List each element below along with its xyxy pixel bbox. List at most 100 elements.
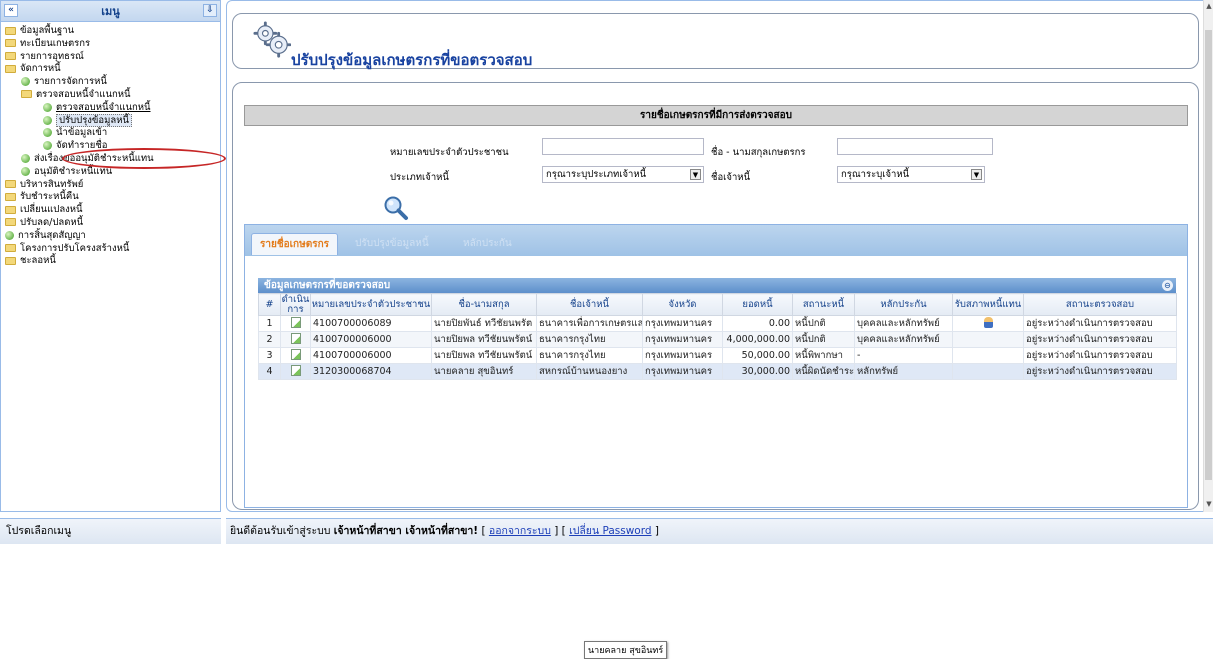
column-header[interactable]: สถานะหนี้ [792,293,855,316]
leaf-icon [43,102,52,112]
column-header[interactable]: สถานะตรวจสอบ [1023,293,1177,316]
table-cell: อยู่ระหว่างดำเนินการตรวจสอบ [1023,315,1177,332]
sidebar-item[interactable]: รายการจัดการหนี้ [1,76,220,89]
column-header[interactable]: # [258,293,281,316]
sidebar-item-label: รับชำระหนี้คืน [20,191,79,203]
folder-icon [21,90,32,99]
sidebar-item-label: ชะลอหนี้ [20,255,56,267]
search-icon[interactable] [383,195,409,221]
sidebar-header: « เมนู ⇩ [1,1,220,22]
creditor-select[interactable]: กรุณาระบุเจ้าหนี้ ▼ [837,166,985,183]
table-cell: บุคคลและหลักทรัพย์ [854,331,953,348]
sidebar-item-label: บริหารสินทรัพย์ [20,178,84,190]
page-title: ปรับปรุงข้อมูลเกษตรกรที่ขอตรวจสอบ [291,51,533,69]
table-cell: กรุงเทพมหานคร [642,315,723,332]
table-cell: 4,000,000.00 [722,331,793,348]
sidebar-item[interactable]: นำข้อมูลเข้า [1,127,220,140]
table-cell [280,363,311,380]
table-row[interactable]: 1 4100700006089 นายปิยพันธ์ ทวีชัยนพรัต ธนา… [258,315,1177,332]
table-cell [280,315,311,332]
sidebar-item[interactable]: ปรับปรุงข้อมูลหนี้ [1,113,220,128]
leaf-icon [43,141,52,151]
table-cell: นายปิยพล ทวีชัยนพรัตน์ [431,347,537,364]
sidebar-item[interactable]: ชะลอหนี้ [1,255,220,268]
collapse-sidebar-icon[interactable]: « [4,4,18,17]
tab-strip: รายชื่อเกษตรกร ปรับปรุงข้อมูลหนี้ หลักปร… [245,225,1187,256]
page-header: ปรับปรุงข้อมูลเกษตรกรที่ขอตรวจสอบ [232,13,1199,69]
table-cell: ธนาคารเพื่อการเกษตรและสหกรณ์ [536,315,643,332]
edit-icon[interactable] [290,348,301,360]
column-header[interactable]: ยอดหนี้ [722,293,793,316]
table-cell: อยู่ระหว่างดำเนินการตรวจสอบ [1023,363,1177,380]
name-input[interactable] [837,138,993,155]
table-cell [280,347,311,364]
column-header[interactable]: จังหวัด [642,293,723,316]
edit-icon[interactable] [290,332,301,344]
table-cell: นายคลาย สุขอินทร์ [431,363,537,380]
sidebar-item[interactable]: โครงการปรับโครงสร้างหนี้ [1,243,220,256]
column-header[interactable]: ชื่อเจ้าหนี้ [536,293,643,316]
logout-link[interactable]: ออกจากระบบ [489,525,551,537]
sidebar-item[interactable]: รับชำระหนี้คืน [1,191,220,204]
column-header[interactable]: หมายเลขประจำตัวประชาชน [310,293,432,316]
column-header[interactable]: รับสภาพหนี้แทน [952,293,1024,316]
id-input[interactable] [542,138,704,155]
table-cell: อยู่ระหว่างดำเนินการตรวจสอบ [1023,347,1177,364]
sidebar-item[interactable]: ทะเบียนเกษตรกร [1,38,220,51]
table-row[interactable]: 2 4100700006000 นายปิยพล ทวีชัยนพรัตน์ ธนาค… [258,331,1177,348]
sidebar-item[interactable]: จัดการหนี้ [1,63,220,76]
bracket-open: [ [481,525,486,537]
scroll-thumb[interactable] [1205,30,1212,480]
page-scrollbar[interactable]: ▲ ▼ [1203,0,1213,512]
edit-icon[interactable] [290,364,301,376]
sidebar-item[interactable]: บริหารสินทรัพย์ [1,179,220,192]
farmer-grid: ข้อมูลเกษตรกรที่ขอตรวจสอบ ⊖ # ดำเนินการ หม… [258,278,1177,380]
change-password-link[interactable]: เปลี่ยน Password [569,525,651,537]
table-cell: กรุงเทพมหานคร [642,331,723,348]
table-row[interactable]: 4 3120300068704 นายคลาย สุขอินทร์ สหกรณ์บ้า… [258,363,1177,380]
edit-icon[interactable] [290,316,301,328]
column-header[interactable]: หลักประกัน [854,293,953,316]
tab-panel: รายชื่อเกษตรกร ปรับปรุงข้อมูลหนี้ หลักปร… [244,224,1188,659]
folder-icon [5,218,16,227]
user-name: เจ้าหน้าที่สาขา เจ้าหน้าที่สาขา! [333,525,479,537]
table-cell: หนี้พิพากษา [792,347,855,364]
content-panel: รายชื่อเกษตรกรที่มีการส่งตรวจสอบ หมายเลข… [232,82,1199,659]
tab-collateral[interactable]: หลักประกัน [455,233,520,255]
tab-update-debt[interactable]: ปรับปรุงข้อมูลหนี้ [347,233,437,255]
sidebar-item[interactable]: ตรวจสอบหนี้จำแนกหนี้ [1,102,220,115]
table-cell: 2 [258,331,281,348]
sidebar-item-label: จัดการหนี้ [20,63,61,75]
pin-icon[interactable]: ⇩ [203,4,217,17]
sidebar-item[interactable]: การสิ้นสุดสัญญา [1,230,220,243]
sidebar-item[interactable]: ปรับลด/ปลดหนี้ [1,217,220,230]
welcome-text: ยินดีต้อนรับเข้าสู่ระบบ [230,525,331,537]
column-header[interactable]: ดำเนินการ [280,293,311,316]
table-cell: นายปิยพันธ์ ทวีชัยนพรัต [431,315,537,332]
sidebar-item-label: โครงการปรับโครงสร้างหนี้ [20,242,130,254]
collapse-icon[interactable]: ⊖ [1162,280,1173,291]
table-cell: บุคคลและหลักทรัพย์ [854,315,953,332]
table-cell: 1 [258,315,281,332]
tab-farmer-list[interactable]: รายชื่อเกษตรกร [251,233,338,255]
menu-tree: ข้อมูลพื้นฐาน ทะเบียนเกษตรกรรายการอุทธรณ์… [1,22,220,268]
sidebar-item[interactable]: เปลี่ยนแปลงหนี้ [1,204,220,217]
sidebar-item[interactable]: ตรวจสอบหนี้จำแนกหนี้ [1,89,220,102]
sidebar-item-label: ทะเบียนเกษตรกร [20,37,91,49]
table-cell: ธนาคารกรุงไทย [536,331,643,348]
sidebar-item[interactable]: ข้อมูลพื้นฐาน [1,25,220,38]
folder-icon [5,26,16,35]
creditor-label: ชื่อเจ้าหนี้ [711,172,751,183]
creditor-type-select[interactable]: กรุณาระบุประเภทเจ้าหนี้ ▼ [542,166,704,183]
sidebar-item[interactable]: รายการอุทธรณ์ [1,51,220,64]
table-cell: 4 [258,363,281,380]
scroll-down-icon[interactable]: ▼ [1205,500,1213,508]
table-row[interactable]: 3 4100700006000 นายปิยพล ทวีชัยนพรัตน์ ธนาค… [258,347,1177,364]
id-label: หมายเลขประจำตัวประชาชน [390,147,509,158]
column-header[interactable]: ชื่อ-นามสกุล [431,293,537,316]
highlight-ellipse [62,148,226,169]
scroll-up-icon[interactable]: ▲ [1205,2,1213,10]
name-tooltip: นายคลาย สุขอินทร์ [584,641,668,659]
table-cell: 50,000.00 [722,347,793,364]
leaf-icon [21,77,30,87]
